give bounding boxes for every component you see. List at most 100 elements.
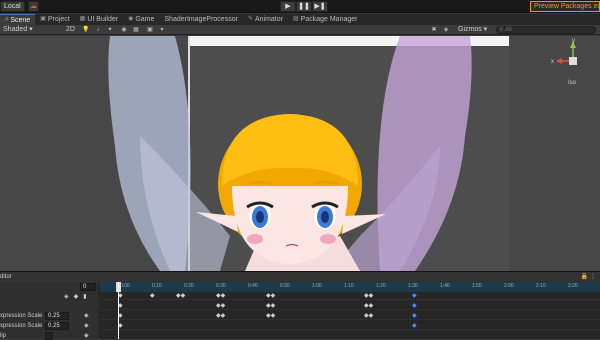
animation-panel: ditor 🔒 ⋮ 0 ◈ ◆ ▮ xpression Scale 0.25 ◆… xyxy=(0,271,600,340)
keyframe[interactable]: ◆ xyxy=(412,312,417,320)
property-row[interactable]: xpression Scale 0.25 ◆ xyxy=(0,312,98,320)
local-button[interactable]: Local xyxy=(0,1,25,12)
tab-animator[interactable]: ✎ Animator xyxy=(243,14,288,25)
property-value[interactable]: 0.25 xyxy=(45,322,69,330)
keyframe[interactable]: ◆ xyxy=(412,322,417,330)
track-row: ◆ ◆ xyxy=(100,322,600,330)
property-row[interactable]: lip ◆ xyxy=(0,332,98,340)
hidden-objects-icon[interactable]: ◉ xyxy=(120,26,128,34)
tab-label: Game xyxy=(135,16,155,23)
camera-settings-icon[interactable]: ▣ xyxy=(146,26,154,34)
scene-search-input[interactable]: ⚲ All xyxy=(496,26,596,34)
ruler-tick: 1:50 xyxy=(472,283,482,289)
step-button[interactable]: ▶❚ xyxy=(312,1,328,12)
shading-mode-label: Shaded xyxy=(3,26,28,33)
key-tools: ◈ ◆ ▮ xyxy=(64,293,87,300)
summary-row: ◆ ◆ ◆◆ ◆◆ ◆◆ ◆◆ ◆ xyxy=(100,292,600,300)
effects-icon[interactable]: ✦ xyxy=(106,26,114,34)
main-toolbar: Local ☁ ▶ ❚❚ ▶❚ Preview Packages in Us xyxy=(0,0,600,13)
property-options-icon[interactable]: ◆ xyxy=(84,332,89,340)
tab-scene[interactable]: # Scene xyxy=(0,14,36,25)
projection-label[interactable]: Iso xyxy=(568,80,576,86)
keyframe[interactable]: ◆◆ xyxy=(364,302,373,310)
ruler-tick: 0:20 xyxy=(184,283,194,289)
tab-shader-image-processor[interactable]: ShaderImageProcessor xyxy=(159,14,243,25)
svg-text:y: y xyxy=(572,38,575,44)
svg-text:x: x xyxy=(551,59,554,65)
frame-field[interactable]: 0 xyxy=(80,283,96,291)
keyframe[interactable]: ◆◆ xyxy=(266,302,275,310)
keyframe[interactable]: ◆◆ xyxy=(266,292,275,300)
keyframe-grid[interactable]: ◆ ◆ ◆◆ ◆◆ ◆◆ ◆◆ ◆ ◆ ◆◆ ◆◆ ◆◆ ◆ ◆ ◆◆ ◆◆ ◆… xyxy=(100,292,600,339)
audio-icon[interactable]: ♪ xyxy=(94,26,102,34)
lighting-icon[interactable]: 💡 xyxy=(82,26,90,34)
grid-icon[interactable]: ▦ xyxy=(132,26,140,34)
property-options-icon[interactable]: ◆ xyxy=(84,312,89,320)
property-value[interactable]: 0.25 xyxy=(45,312,69,320)
ruler-tick: 0:10 xyxy=(152,283,162,289)
playhead-line[interactable] xyxy=(118,282,119,339)
tab-package-manager[interactable]: ▤ Package Manager xyxy=(288,14,363,25)
tab-label: Project xyxy=(47,16,70,23)
lock-icon[interactable]: 🔒 ⋮ xyxy=(581,272,596,282)
ruler-tick: 2:20 xyxy=(568,283,578,289)
tools-icon[interactable]: ✖ xyxy=(430,26,438,34)
time-ruler[interactable]: 0:00 0:10 0:20 0:30 0:40 0:50 1:00 1:10 … xyxy=(100,282,600,292)
scene-toolbar: Shaded ▾ 2D 💡 ♪ ✦ ◉ ▦ ▣ ▾ ✖ ◈ Gizmos ▾ ⚲… xyxy=(0,25,600,35)
pause-button[interactable]: ❚❚ xyxy=(296,1,312,12)
play-controls: ▶ ❚❚ ▶❚ xyxy=(280,1,328,12)
right-blush xyxy=(320,234,336,244)
package-icon: ▤ xyxy=(292,16,299,22)
ruler-tick: 2:10 xyxy=(536,283,546,289)
left-pupil xyxy=(256,211,264,223)
gizmos-dropdown[interactable]: Gizmos ▾ xyxy=(458,25,487,35)
property-checkbox[interactable] xyxy=(45,332,53,340)
keyframe[interactable]: ◆◆ xyxy=(364,312,373,320)
keyframe[interactable]: ◆◆ xyxy=(266,312,275,320)
keyframe[interactable]: ◆ xyxy=(412,302,417,310)
keyframe[interactable]: ◆◆ xyxy=(176,292,185,300)
tab-game[interactable]: ◉ Game xyxy=(123,14,159,25)
tab-label: ShaderImageProcessor xyxy=(164,16,238,23)
property-label: lip xyxy=(0,333,7,339)
keyframe[interactable]: ◆ xyxy=(412,292,417,300)
preview-packages-button[interactable]: Preview Packages in Us xyxy=(530,1,600,12)
shading-mode-dropdown[interactable]: Shaded ▾ xyxy=(3,25,33,35)
tab-label: UI Builder xyxy=(87,16,119,23)
cloud-icon[interactable]: ☁ xyxy=(28,1,39,12)
ruler-tick: 1:30 xyxy=(408,283,418,289)
game-icon: ◉ xyxy=(128,16,134,22)
search-placeholder: All xyxy=(505,27,512,33)
ruler-tick: 0:30 xyxy=(216,283,226,289)
keyframe[interactable]: ◆◆ xyxy=(216,292,225,300)
scene-icon: # xyxy=(5,16,9,23)
keyframe[interactable]: ◆ xyxy=(150,292,155,300)
gizmo-toggle-icon[interactable]: ◈ xyxy=(442,26,450,34)
ruler-tick: 1:20 xyxy=(376,283,386,289)
ruler-tick: 1:10 xyxy=(344,283,354,289)
property-row[interactable]: xpression Scale 0.25 ◆ xyxy=(0,322,98,330)
tab-ui-builder[interactable]: ▦ UI Builder xyxy=(75,14,123,25)
keyframe[interactable]: ◆◆ xyxy=(364,292,373,300)
ruler-tick: 2:00 xyxy=(504,283,514,289)
fairy-character: y x xyxy=(108,36,577,271)
track-row: ◆ ◆◆ ◆◆ ◆◆ ◆ xyxy=(100,302,600,310)
keyframe[interactable]: ◆◆ xyxy=(216,302,225,310)
editor-tab-bar: # Scene ▣ Project ▦ UI Builder ◉ Game Shader… xyxy=(0,14,600,25)
dopesheet-area[interactable]: 0:00 0:10 0:20 0:30 0:40 0:50 1:00 1:10 … xyxy=(100,282,600,339)
property-options-icon[interactable]: ◆ xyxy=(84,322,89,330)
event-marker-icon[interactable]: ▮ xyxy=(83,293,86,300)
ruler-tick: 0:40 xyxy=(248,283,258,289)
tab-project[interactable]: ▣ Project xyxy=(35,14,74,25)
project-icon: ▣ xyxy=(40,16,46,22)
play-button[interactable]: ▶ xyxy=(280,1,296,12)
chevron-down-icon[interactable]: ▾ xyxy=(158,26,166,34)
scene-viewport[interactable]: y x Iso xyxy=(0,36,600,271)
property-list: 0 ◈ ◆ ▮ xpression Scale 0.25 ◆ xpression… xyxy=(0,282,98,340)
keyframe[interactable]: ◆◆ xyxy=(216,312,225,320)
right-pupil xyxy=(321,211,329,223)
2d-toggle[interactable]: 2D xyxy=(66,25,75,35)
search-icon: ⚲ xyxy=(499,27,504,33)
add-event-icon[interactable]: ◆ xyxy=(74,293,79,300)
add-keyframe-icon[interactable]: ◈ xyxy=(64,293,69,300)
